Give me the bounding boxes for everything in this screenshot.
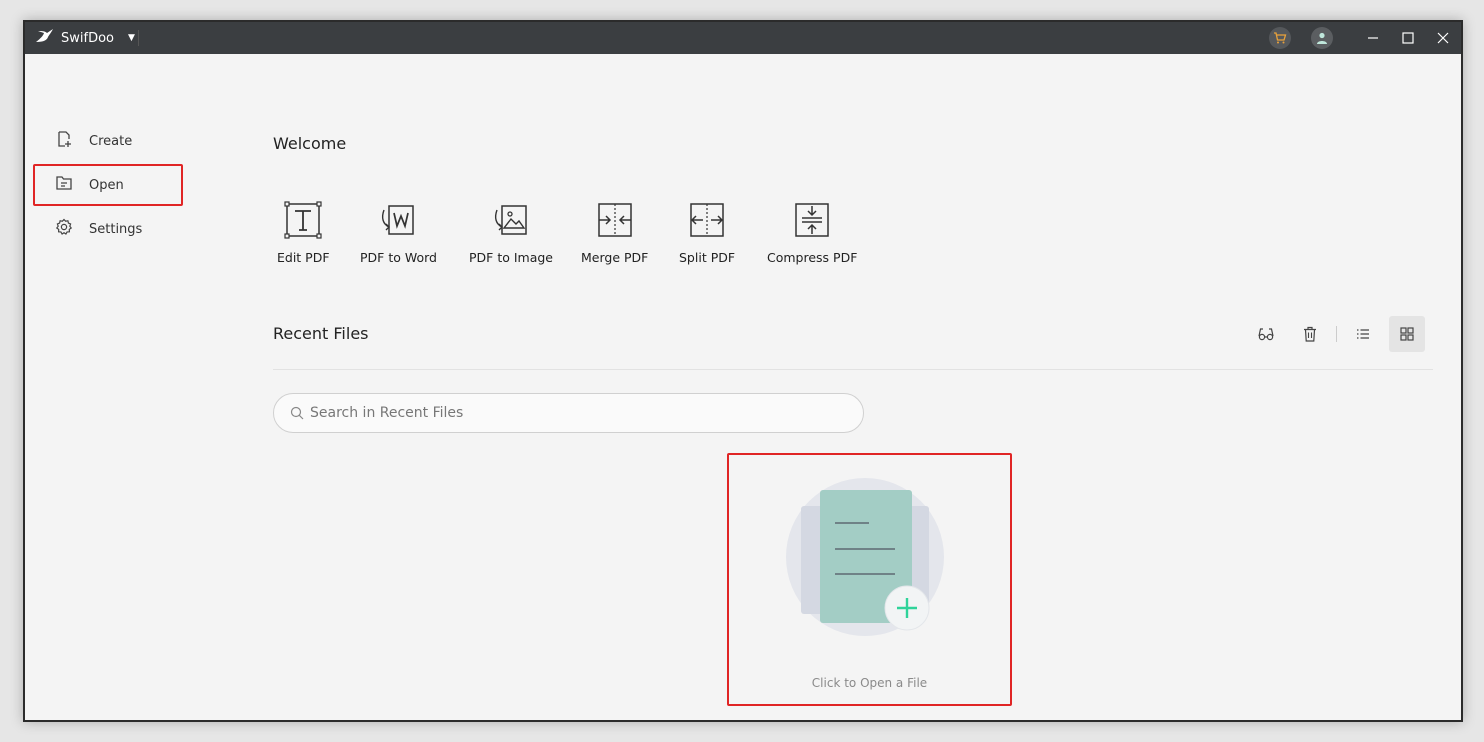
gear-icon [55, 218, 73, 240]
close-button[interactable] [1425, 22, 1461, 54]
sidebar-item-label: Create [89, 133, 133, 149]
tool-label: Merge PDF [581, 250, 649, 265]
document-add-illustration [786, 478, 944, 636]
tool-compress-pdf[interactable]: Compress PDF [767, 200, 857, 265]
open-file-caption: Click to Open a File [811, 676, 928, 690]
grid-view-button[interactable] [1389, 316, 1425, 352]
user-account-button[interactable] [1304, 22, 1340, 54]
swift-bird-icon [35, 28, 55, 48]
reading-mode-button[interactable] [1248, 316, 1284, 352]
app-name: SwifDoo [61, 30, 114, 46]
compress-icon [795, 203, 829, 237]
sidebar-item-label: Open [89, 177, 124, 193]
merge-icon [597, 203, 632, 237]
minimize-icon [1368, 37, 1378, 39]
pdf-to-word-icon [382, 205, 415, 235]
create-file-icon [55, 130, 73, 152]
title-bar: SwifDoo ▼ [25, 22, 1461, 54]
titlebar-divider [138, 30, 139, 46]
open-file-dropzone[interactable]: Click to Open a File [727, 453, 1012, 706]
sidebar-item-settings[interactable]: Settings [33, 208, 183, 250]
tool-edit-pdf[interactable]: Edit PDF [277, 200, 330, 265]
edit-text-icon [284, 201, 322, 239]
glasses-icon [1258, 328, 1274, 341]
sidebar-item-open[interactable]: Open [33, 164, 183, 206]
welcome-heading: Welcome [273, 134, 347, 153]
search-icon [290, 406, 304, 420]
recent-files-toolbar [1240, 316, 1425, 352]
tool-label: Compress PDF [767, 250, 858, 265]
user-icon [1311, 27, 1333, 49]
tool-pdf-to-word[interactable]: PDF to Word [360, 200, 437, 265]
app-menu[interactable]: SwifDoo ▼ [35, 22, 135, 54]
tool-label: Edit PDF [277, 250, 330, 265]
grid-view-icon [1400, 327, 1414, 341]
recent-files-heading: Recent Files [273, 324, 369, 343]
delete-button[interactable] [1292, 316, 1328, 352]
sidebar: Create Open Settings [25, 54, 225, 720]
toolbar-divider [1336, 326, 1337, 342]
sidebar-item-create[interactable]: Create [33, 120, 183, 162]
close-icon [1437, 32, 1449, 44]
tool-label: Split PDF [679, 250, 736, 265]
sidebar-item-label: Settings [89, 221, 143, 237]
tool-label: PDF to Image [469, 250, 553, 265]
maximize-button[interactable] [1390, 22, 1426, 54]
trash-icon [1304, 326, 1316, 342]
section-divider [273, 369, 1433, 370]
app-window: SwifDoo ▼ Create Open Settings Welcome E… [23, 20, 1463, 722]
recent-files-search [273, 393, 864, 433]
cart-icon [1269, 27, 1291, 49]
chevron-down-icon: ▼ [128, 33, 135, 43]
tool-pdf-to-image[interactable]: PDF to Image [469, 200, 553, 265]
main-content: Welcome Edit PDF PDF to Word PDF to Imag… [273, 54, 1461, 720]
tool-merge-pdf[interactable]: Merge PDF [581, 200, 648, 265]
cart-button[interactable] [1262, 22, 1298, 54]
pdf-to-image-icon [494, 205, 527, 235]
minimize-button[interactable] [1355, 22, 1391, 54]
search-input[interactable] [310, 405, 830, 421]
tool-label: PDF to Word [360, 250, 437, 265]
tool-split-pdf[interactable]: Split PDF [679, 200, 735, 265]
open-folder-icon [55, 174, 73, 196]
maximize-icon [1402, 32, 1414, 44]
split-icon [690, 203, 724, 237]
list-view-icon [1357, 329, 1369, 339]
list-view-button[interactable] [1345, 316, 1381, 352]
